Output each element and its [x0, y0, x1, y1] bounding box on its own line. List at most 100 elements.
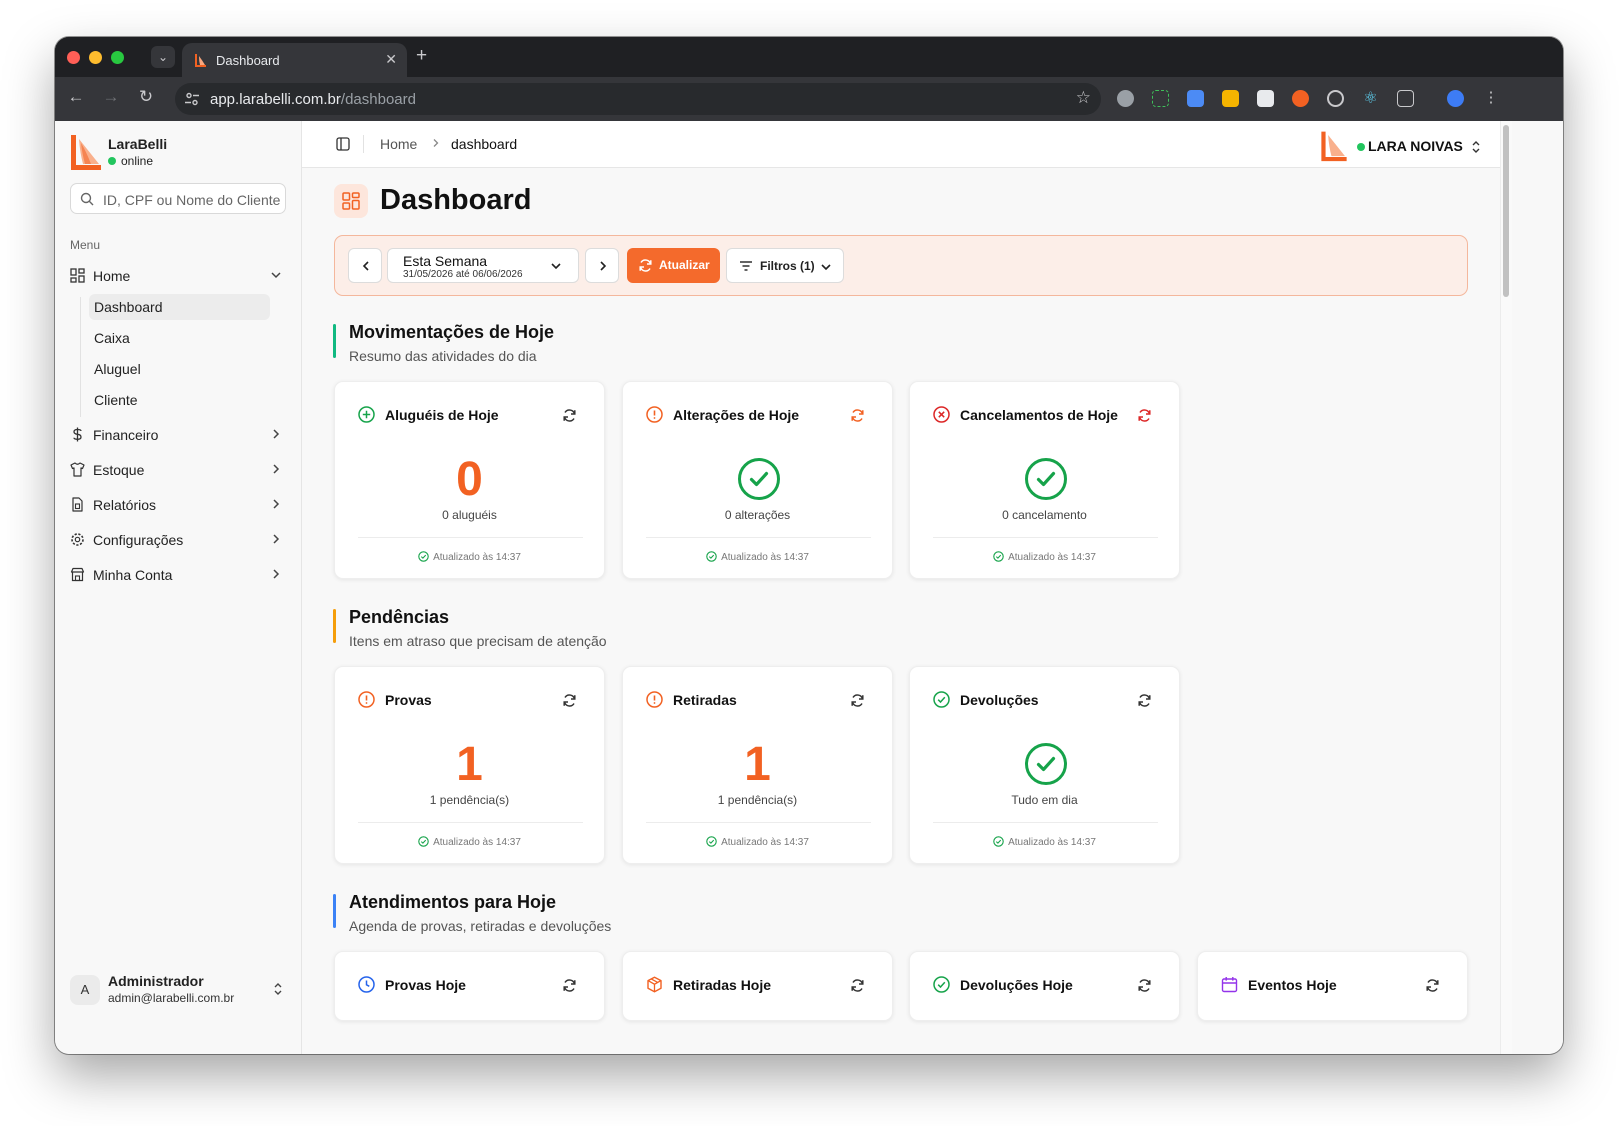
extension-icon-5[interactable] — [1257, 90, 1274, 107]
user-name: Administrador — [108, 973, 204, 989]
card-updated-label: Atualizado às 14:37 — [1008, 837, 1096, 848]
sidebar-item-label: Relatórios — [93, 497, 157, 513]
browser-menu-icon[interactable]: ⋮ — [1480, 88, 1502, 106]
sidebar-item-configuracoes[interactable]: Configurações — [70, 527, 286, 553]
sidebar-subitem-cliente[interactable]: Cliente — [89, 387, 270, 413]
card-subtitle: 1 pendência(s) — [429, 793, 510, 807]
chevrons-up-down-icon — [274, 983, 282, 995]
card-updated: Atualizado às 14:37 — [623, 836, 892, 848]
sidebar-toggle-icon[interactable] — [336, 137, 350, 151]
card-title: Provas Hoje — [385, 977, 466, 993]
next-period-button[interactable] — [585, 248, 619, 283]
sidebar-item-minha-conta[interactable]: Minha Conta — [70, 562, 286, 588]
card-cancelamentos-hoje: Cancelamentos de Hoje 0 cancelamento Atu… — [909, 381, 1180, 579]
url-host: app.larabelli.com.br — [210, 91, 341, 108]
card-value: 1 — [744, 738, 771, 791]
refresh-icon[interactable] — [562, 408, 577, 423]
reload-button[interactable]: ↻ — [135, 87, 157, 107]
card-title: Alterações de Hoje — [673, 407, 800, 423]
store-selector[interactable]: LARA NOIVAS — [1368, 138, 1463, 154]
app-page: LaraBelli online ID, CPF ou Nome do Clie… — [55, 121, 1563, 1054]
profile-avatar-icon[interactable] — [1447, 90, 1464, 107]
card-divider — [646, 822, 871, 823]
refresh-icon[interactable] — [1137, 408, 1152, 423]
card-devolucoes: Devoluções Tudo em dia Atualizado às 14:… — [909, 666, 1180, 864]
refresh-icon[interactable] — [1137, 693, 1152, 708]
card-divider — [358, 822, 583, 823]
check-circle-small-icon — [706, 551, 717, 562]
user-email: admin@larabelli.com.br — [108, 991, 235, 1005]
refresh-icon[interactable] — [562, 693, 577, 708]
maximize-window-button[interactable] — [111, 51, 124, 64]
card-title: Devoluções — [960, 692, 1039, 708]
larabelli-favicon-icon — [195, 54, 206, 67]
extension-screenshot-icon[interactable] — [1152, 90, 1169, 107]
bookmark-star-icon[interactable]: ☆ — [1076, 88, 1091, 108]
refresh-icon[interactable] — [562, 978, 577, 993]
minimize-window-button[interactable] — [89, 51, 102, 64]
back-button[interactable]: ← — [65, 87, 87, 107]
close-tab-icon[interactable]: ✕ — [385, 51, 397, 68]
extensions-puzzle-icon[interactable] — [1397, 90, 1414, 107]
tab-search-button[interactable]: ⌄ — [151, 46, 175, 68]
refresh-icon[interactable] — [850, 978, 865, 993]
extension-icon-1[interactable] — [1117, 90, 1134, 107]
shirt-icon — [70, 462, 85, 477]
larabelli-logo-icon — [71, 135, 101, 170]
sidebar-subitem-dashboard[interactable]: Dashboard — [89, 294, 270, 320]
breadcrumb-home[interactable]: Home — [380, 136, 417, 152]
refresh-button[interactable]: Atualizar — [627, 248, 720, 283]
sidebar-subitem-aluguel[interactable]: Aluguel — [89, 356, 270, 382]
breadcrumb-chevron-icon — [433, 139, 439, 147]
card-divider — [933, 537, 1158, 538]
tab-title: Dashboard — [216, 53, 280, 68]
chevron-right-icon — [273, 569, 280, 579]
extension-icon-6[interactable] — [1292, 90, 1309, 107]
alert-circle-icon — [358, 691, 375, 708]
check-circle-small-icon — [418, 836, 429, 847]
extension-translate-icon[interactable] — [1187, 90, 1204, 107]
extension-icon-7[interactable] — [1327, 90, 1344, 107]
subitem-label: Caixa — [94, 330, 130, 346]
client-search-input[interactable]: ID, CPF ou Nome do Cliente — [70, 183, 286, 214]
sidebar-item-home[interactable]: Home — [70, 263, 286, 289]
period-select[interactable]: Esta Semana 31/05/2026 até 06/06/2026 — [387, 248, 579, 283]
refresh-icon[interactable] — [1137, 978, 1152, 993]
extension-react-icon[interactable]: ⚛ — [1362, 90, 1379, 107]
close-window-button[interactable] — [67, 51, 80, 64]
sidebar-item-relatorios[interactable]: Relatórios — [70, 492, 286, 518]
chevron-down-icon — [271, 272, 281, 279]
card-eventos-hoje: Eventos Hoje — [1197, 951, 1468, 1021]
refresh-icon[interactable] — [1425, 978, 1440, 993]
online-status: online — [108, 154, 153, 168]
refresh-icon[interactable] — [850, 693, 865, 708]
forward-button[interactable]: → — [100, 87, 122, 107]
site-info-icon[interactable] — [184, 91, 200, 107]
sidebar-item-financeiro[interactable]: Financeiro — [70, 422, 286, 448]
section-subtitle-today: Resumo das atividades do dia — [349, 348, 537, 364]
card-subtitle: 0 cancelamento — [1002, 508, 1087, 522]
filters-button[interactable]: Filtros (1) — [726, 248, 844, 283]
card-alteracoes-hoje: Alterações de Hoje 0 alterações Atualiza… — [622, 381, 893, 579]
user-menu[interactable]: A Administrador admin@larabelli.com.br — [70, 971, 286, 1011]
scrollbar-thumb[interactable] — [1503, 125, 1509, 297]
brand-name: LaraBelli — [108, 136, 168, 152]
sidebar-item-estoque[interactable]: Estoque — [70, 457, 286, 483]
check-circle-small-icon — [993, 836, 1004, 847]
chevron-right-icon — [273, 499, 280, 509]
chevrons-up-down-icon[interactable] — [1470, 139, 1482, 155]
card-updated-label: Atualizado às 14:37 — [433, 552, 521, 563]
check-circle-outline-icon — [933, 691, 950, 708]
card-subtitle: 0 aluguéis — [442, 508, 497, 522]
refresh-icon[interactable] — [850, 408, 865, 423]
sidebar-subitem-caixa[interactable]: Caixa — [89, 325, 270, 351]
extension-icon-4[interactable] — [1222, 90, 1239, 107]
new-tab-button[interactable]: + — [416, 45, 427, 67]
card-updated-label: Atualizado às 14:37 — [433, 837, 521, 848]
previous-period-button[interactable] — [348, 248, 382, 283]
chevron-down-icon — [551, 263, 561, 270]
card-retiradas-hoje: Retiradas Hoje — [622, 951, 893, 1021]
subitem-label: Cliente — [94, 392, 138, 408]
address-bar[interactable]: app.larabelli.com.br/dashboard ☆ — [175, 83, 1101, 115]
tab-dashboard[interactable]: Dashboard ✕ — [182, 43, 407, 77]
